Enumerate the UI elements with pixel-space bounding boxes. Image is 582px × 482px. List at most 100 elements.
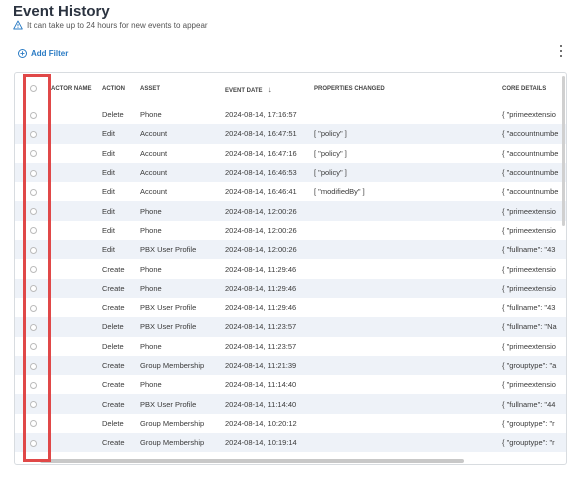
- select-all-radio[interactable]: [29, 85, 37, 93]
- horizontal-scrollbar-thumb[interactable]: [40, 459, 464, 463]
- table-row[interactable]: Edit Account 2024-08-14, 16:46:41 [ "modifi…: [15, 182, 566, 201]
- row-select-cell[interactable]: [15, 221, 51, 240]
- column-header-event-date[interactable]: EVENT DATE ↓: [225, 73, 314, 105]
- row-select-cell[interactable]: [15, 144, 51, 163]
- table-row[interactable]: Edit Phone 2024-08-14, 12:00:26{ "primeext…: [15, 201, 566, 221]
- row-select-cell[interactable]: [15, 162, 51, 183]
- cell-actor-name: [51, 414, 102, 433]
- cell-core-details: { "fullname": "43: [502, 240, 566, 260]
- cell-actor-name: [51, 182, 102, 201]
- cell-core-details: { "primeextensio: [502, 225, 556, 235]
- cell-actor-name: [51, 317, 102, 337]
- table-row[interactable]: Edit Phone 2024-08-14, 12:00:26{ "primeext…: [15, 221, 566, 240]
- table-row[interactable]: Delete Group Membership 2024-08-14, 10:20:…: [15, 414, 566, 433]
- row-select-cell[interactable]: [15, 337, 51, 356]
- cell-action: Create: [102, 355, 140, 376]
- row-select-cell[interactable]: [15, 259, 51, 278]
- table-row[interactable]: Create Group Membership 2024-08-14, 10:19:…: [15, 433, 566, 453]
- select-all-radio-cell[interactable]: [15, 73, 51, 105]
- cell-actor-name: [51, 201, 102, 221]
- table-row[interactable]: Delete Phone 2024-08-14, 17:16:57 { "primee…: [15, 105, 566, 124]
- row-select-cell[interactable]: [15, 201, 51, 221]
- row-select-radio[interactable]: [29, 266, 37, 274]
- cell-properties-changed: [314, 355, 502, 376]
- horizontal-scrollbar[interactable]: [14, 458, 567, 465]
- row-select-radio[interactable]: [29, 285, 37, 293]
- cell-core-details: { "fullname": "43: [502, 303, 556, 313]
- row-select-radio[interactable]: [29, 227, 37, 235]
- cell-actor-name: [51, 394, 102, 414]
- column-header-properties-changed[interactable]: PROPERTIES CHANGED: [314, 73, 502, 105]
- table-row[interactable]: Edit PBX User Profile 2024-08-14, 12:00:26…: [15, 240, 566, 260]
- row-select-radio[interactable]: [29, 439, 37, 447]
- cell-actor-name: [51, 355, 102, 376]
- row-select-radio[interactable]: [29, 246, 37, 254]
- event-date-label: EVENT DATE: [225, 87, 263, 94]
- column-header-asset[interactable]: ASSET: [140, 73, 225, 105]
- cell-core-details: { "primeextensio: [502, 201, 566, 221]
- row-select-radio[interactable]: [29, 362, 37, 370]
- cell-asset: Phone: [140, 225, 162, 235]
- row-select-radio[interactable]: [29, 343, 37, 351]
- row-select-radio[interactable]: [29, 208, 37, 216]
- row-select-cell[interactable]: [15, 240, 51, 260]
- table-row[interactable]: Create Phone 2024-08-14, 11:14:40 { "primee…: [15, 375, 566, 394]
- cell-action: Edit: [102, 187, 115, 197]
- cell-action: Create: [102, 433, 140, 453]
- cell-properties-changed: [314, 259, 502, 278]
- column-header-actor-name[interactable]: ACTOR NAME: [51, 73, 102, 105]
- table-row[interactable]: Create Group Membership 2024-08-14, 11:21:…: [15, 355, 566, 376]
- row-select-cell[interactable]: [15, 394, 51, 414]
- vertical-scrollbar-thumb[interactable]: [562, 76, 565, 226]
- row-select-radio[interactable]: [29, 401, 37, 409]
- cell-asset: Group Membership: [140, 355, 225, 376]
- row-select-cell[interactable]: [15, 298, 51, 317]
- cell-action: Create: [102, 303, 125, 313]
- cell-core-details: { "accountnumbe: [502, 187, 559, 197]
- table-row[interactable]: Create PBX User Profile 2024-08-14, 11:29:…: [15, 298, 566, 317]
- row-select-radio[interactable]: [29, 150, 37, 158]
- row-select-cell[interactable]: [15, 433, 51, 453]
- cell-actor-name: [51, 375, 102, 394]
- row-select-radio[interactable]: [29, 130, 37, 138]
- row-select-cell[interactable]: [15, 414, 51, 433]
- column-header-core-details[interactable]: CORE DETAILS: [502, 73, 566, 105]
- table-row[interactable]: Edit Account 2024-08-14, 16:46:53[ "policy…: [15, 162, 566, 183]
- row-select-radio[interactable]: [29, 169, 37, 177]
- row-select-cell[interactable]: [15, 278, 51, 298]
- cell-event-date: 2024-08-14, 16:46:41: [225, 187, 297, 197]
- more-options-kebab-icon[interactable]: [558, 45, 564, 57]
- cell-event-date: 2024-08-14, 12:00:26: [225, 201, 314, 221]
- row-select-cell[interactable]: [15, 375, 51, 394]
- cell-asset: PBX User Profile: [140, 394, 225, 414]
- cell-event-date: 2024-08-14, 11:21:39: [225, 355, 314, 376]
- table-row[interactable]: Edit Account 2024-08-14, 16:47:51[ "policy…: [15, 124, 566, 144]
- cell-asset: Phone: [140, 201, 225, 221]
- row-select-radio[interactable]: [29, 381, 37, 389]
- cell-core-details: { "primeextensio: [502, 110, 556, 120]
- row-select-radio[interactable]: [29, 188, 37, 196]
- row-select-radio[interactable]: [29, 111, 37, 119]
- add-filter-button[interactable]: + Add Filter: [18, 49, 68, 58]
- cell-properties-changed: [ "modifiedBy" ]: [314, 187, 365, 197]
- table-row[interactable]: Delete Phone 2024-08-14, 11:23:57 { "primee…: [15, 337, 566, 356]
- cell-asset: Phone: [140, 264, 162, 274]
- table-row[interactable]: Create PBX User Profile 2024-08-14, 11:14:…: [15, 394, 566, 414]
- table-row[interactable]: Edit Account 2024-08-14, 16:47:16 [ "policy…: [15, 144, 566, 163]
- cell-core-details: { "primeextensio: [502, 341, 556, 351]
- warning-triangle-icon: [13, 20, 23, 30]
- row-select-radio[interactable]: [29, 323, 37, 331]
- row-select-cell[interactable]: [15, 124, 51, 144]
- row-select-cell[interactable]: [15, 355, 51, 376]
- table-row[interactable]: Create Phone 2024-08-14, 11:29:46{ "primee…: [15, 259, 566, 278]
- sort-descending-arrow-down-icon[interactable]: ↓: [268, 85, 272, 94]
- vertical-scrollbar[interactable]: [561, 76, 566, 456]
- row-select-cell[interactable]: [15, 105, 51, 124]
- row-select-cell[interactable]: [15, 182, 51, 201]
- table-row[interactable]: Delete PBX User Profile 2024-08-14, 11:23:…: [15, 317, 566, 337]
- table-row[interactable]: Create Phone 2024-08-14, 11:29:46{ "primee…: [15, 278, 566, 298]
- column-header-action[interactable]: ACTION: [102, 73, 140, 105]
- row-select-radio[interactable]: [29, 420, 37, 428]
- row-select-radio[interactable]: [29, 304, 37, 312]
- row-select-cell[interactable]: [15, 317, 51, 337]
